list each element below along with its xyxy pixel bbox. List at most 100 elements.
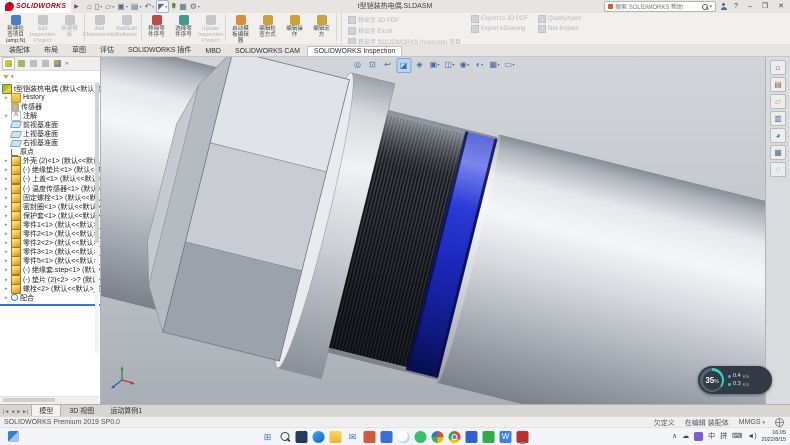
commandmanager-tab[interactable]: 草图 [65,43,93,56]
dropdown-arrow-icon[interactable]: ▾ [139,4,141,9]
select-button[interactable]: ◤▾ [156,0,169,13]
ime-mode-icon[interactable]: 拼 [720,432,727,442]
dynamic-annotation-views-button[interactable]: ◈ [413,58,426,71]
onedrive-icon[interactable]: ☁ [682,432,689,442]
tree-filter-row[interactable]: ▾ [0,71,100,83]
restore-button[interactable]: ❐ [759,0,771,13]
ribbon-new-inspection-project-button[interactable]: 新建检查项目(amp;N) [2,13,29,44]
dimxpertmanager-tab[interactable] [40,58,51,69]
minimize-button[interactable]: – [745,0,755,13]
taskbar-clock[interactable]: 16:05 2022/8/15 [762,430,786,443]
tab-scroll-button[interactable]: ◄ [10,408,15,416]
ribbon-remove-balloons-button[interactable]: 移除零件序号 [143,13,170,38]
touch-keyboard-icon[interactable]: ⌨ [732,432,742,442]
commandmanager-tab[interactable]: MBD [198,46,228,56]
units-selector[interactable]: MMGS ▾ [739,419,765,426]
tab-scroll-button[interactable]: ►| [22,408,28,416]
security-icon[interactable] [694,432,703,441]
solidworks-resources-tab[interactable]: ⌂ [770,60,786,75]
tree-vertical-scrollbar[interactable] [95,83,99,353]
apply-scene-button[interactable]: ▦▾ [488,58,501,71]
open-button[interactable]: ▱▾ [104,1,115,12]
app-green-taskbar-button[interactable] [482,429,496,444]
tree-item[interactable]: 右视基准面 [0,139,100,148]
view-settings-button[interactable]: ▭▾ [503,58,516,71]
search-taskbar-button[interactable] [278,429,292,444]
zoom-to-fit-button[interactable]: ◎ [351,58,364,71]
tree-horizontal-scrollbar[interactable] [0,396,99,404]
wps-taskbar-button[interactable]: W [499,429,513,444]
tab-scroll-button[interactable]: ► [16,408,21,416]
ribbon-edit-macro-button[interactable]: 编辑宏方 [308,13,335,38]
panel-splitter[interactable] [0,304,100,306]
undo-button[interactable]: ↶▾ [143,1,155,12]
widgets-icon[interactable] [8,431,19,442]
fm-tabs-chevron-icon[interactable]: » [65,61,68,67]
ribbon-edit-inspection-methods-button[interactable]: 编辑检查方式 [254,13,281,38]
rebuild-button[interactable]: ● [170,1,177,12]
tree-item[interactable]: ▸螺栓<2> (默认<<默认>_显示状态 [0,284,100,293]
ribbon-launch-template-editor-button[interactable]: 启动模板编辑器 [227,13,254,44]
home-button[interactable]: ⌂ [86,1,93,12]
commandmanager-tab[interactable]: SOLIDWORKS Inspection [307,46,402,56]
hidden-icons-chevron-icon[interactable]: ∧ [672,432,677,442]
save-button[interactable]: ▣▾ [116,1,129,12]
dropdown-arrow-icon[interactable]: ▾ [498,62,500,67]
view-palette-tab[interactable]: ▥ [770,111,786,126]
design-library-tab[interactable]: ▤ [770,77,786,92]
appearances-scenes-tab[interactable]: ◕ [770,128,786,143]
web-help-icon[interactable] [775,418,784,427]
previous-view-button[interactable]: ↩ [381,58,394,71]
start-taskbar-button[interactable]: ⊞ [261,429,275,444]
store-taskbar-button[interactable] [363,429,377,444]
propertymanager-tab[interactable] [16,58,27,69]
edit-appearance-button[interactable]: ◐▾ [473,58,486,71]
search-box[interactable]: 搜索 SOLIDWORKS 帮助 ▾ [604,1,716,12]
tab-scroll-button[interactable]: |◄ [3,408,9,416]
search-icon[interactable] [702,4,708,10]
featuremanager-tree-tab[interactable] [2,57,15,70]
ribbon-edit-operations-button[interactable]: 编辑操作 [281,13,308,38]
dropdown-arrow-icon[interactable]: ▾ [481,62,483,67]
help-button[interactable]: ? [731,0,741,13]
app-green-circle-taskbar-button[interactable] [414,429,428,444]
print-button[interactable]: ▤▾ [130,1,143,12]
options-button[interactable]: ⚙▾ [189,1,201,12]
view-orientation-button[interactable]: ▣▾ [428,58,441,71]
commandmanager-tab[interactable]: 布局 [37,43,65,56]
dropdown-arrow-icon[interactable]: ▾ [152,4,154,9]
login-icon[interactable] [720,3,727,10]
task-view-taskbar-button[interactable] [295,429,309,444]
edge-taskbar-button[interactable] [312,429,326,444]
new-document-button[interactable]: ▯▾ [94,1,103,12]
solidworks-forum-tab[interactable]: ◌ [770,162,786,177]
chrome-taskbar-button[interactable] [448,429,462,444]
360-browser-taskbar-button[interactable] [431,429,445,444]
performance-gauge-overlay[interactable]: 35 % 0.4K/s0.3K/s [698,366,772,394]
mail-taskbar-button[interactable]: ✉ [346,429,360,444]
file-explorer-taskbar-button[interactable] [329,429,343,444]
qq-browser-taskbar-button[interactable] [397,429,411,444]
commandmanager-tab[interactable]: SOLIDWORKS CAM [228,46,307,56]
filter-dropdown-icon[interactable]: ▾ [11,74,14,80]
dropdown-arrow-icon[interactable]: ▾ [112,4,114,9]
configurationmanager-tab[interactable] [28,58,39,69]
ribbon-select-balloons-button[interactable]: 选择零件序号 [170,13,197,38]
app-blue-taskbar-button[interactable] [380,429,394,444]
file-properties-button[interactable]: ▦ [178,1,188,12]
youdao-dict-taskbar-button[interactable] [465,429,479,444]
commandmanager-tab[interactable]: SOLIDWORKS 插件 [121,43,198,56]
dropdown-arrow-icon[interactable]: ▾ [100,4,102,9]
file-explorer-tab[interactable]: ▱ [770,94,786,109]
zoom-to-area-button[interactable]: ⊡ [366,58,379,71]
close-button[interactable]: ✕ [775,0,787,13]
dropdown-arrow-icon[interactable]: ▾ [467,62,469,67]
assembly-3d-model[interactable] [101,57,766,404]
displaymanager-tab[interactable] [52,58,63,69]
dropdown-arrow-icon[interactable]: ▾ [453,62,455,67]
section-view-button[interactable]: ◪ [396,58,411,73]
dropdown-arrow-icon[interactable]: ▾ [126,4,128,9]
tree-item[interactable]: t型铠装热电偶 (默认<默认_显示状态-1 [0,84,100,93]
solidworks-taskbar-button[interactable] [516,429,530,444]
menu-flyout-arrow-icon[interactable]: ▶ [71,3,82,10]
